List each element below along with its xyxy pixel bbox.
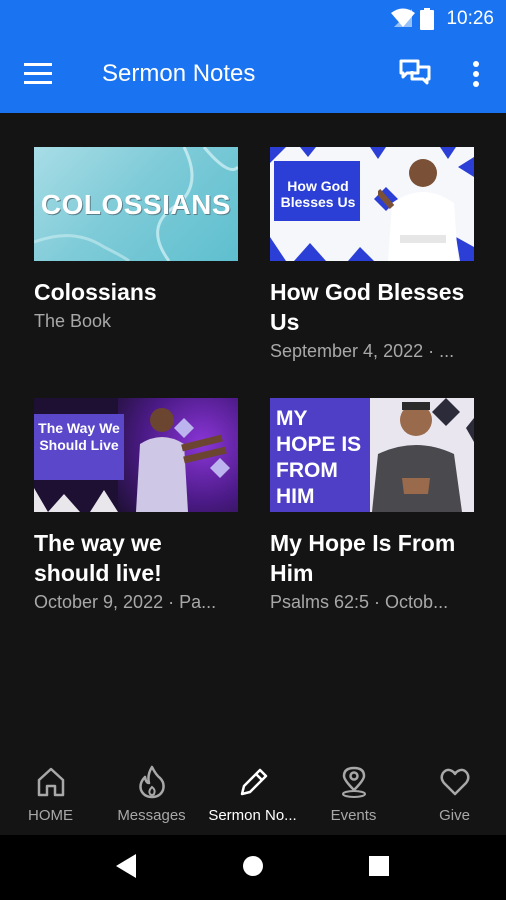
thumbnail-panel: How God Blesses Us (274, 161, 360, 221)
sermon-card[interactable]: The Way We Should Live The way we should… (34, 398, 238, 613)
nav-label: Sermon No... (208, 807, 297, 824)
nav-item-give[interactable]: Give (404, 765, 505, 824)
sermon-title: My Hope Is From Him (270, 530, 456, 586)
top-bar: 10:26 Sermon Notes (0, 0, 506, 113)
sermon-thumbnail: COLOSSIANS (34, 147, 238, 261)
sermon-subtitle: Psalms 62:5 · Octob... (270, 592, 449, 612)
nav-item-home[interactable]: HOME (0, 765, 101, 824)
signal-icon (394, 9, 412, 27)
sermon-thumbnail: The Way We Should Live (34, 398, 238, 512)
back-icon[interactable] (114, 853, 138, 879)
sermon-title: How God Blesses Us (270, 279, 465, 335)
thumbnail-text: The Way We Should Live (38, 420, 120, 453)
speaker-image (372, 402, 462, 512)
thumbnail-text: How God Blesses Us (280, 178, 356, 210)
sermon-thumbnail: How God Blesses Us (270, 147, 474, 261)
sermon-subtitle: October 9, 2022 · Pa... (34, 592, 217, 612)
page-title: Sermon Notes (102, 60, 256, 87)
speaker-image (378, 159, 458, 261)
thumbnail-panel: MY HOPE IS FROM HIM (270, 398, 370, 512)
nav-label: HOME (28, 807, 73, 824)
flame-icon (138, 765, 165, 799)
nav-item-messages[interactable]: Messages (101, 765, 202, 824)
sermon-grid: COLOSSIANS Colossians The Book How God B… (0, 113, 506, 753)
home-icon (37, 767, 64, 797)
sermon-title: Colossians (34, 279, 157, 305)
sermon-subtitle: The Book (34, 311, 112, 331)
sermon-card[interactable]: COLOSSIANS Colossians The Book (34, 147, 238, 332)
nav-label: Messages (117, 807, 186, 824)
sermon-subtitle: September 4, 2022 · ... (270, 341, 455, 361)
recents-icon[interactable] (369, 856, 389, 876)
location-pin-icon (341, 766, 366, 798)
sermon-thumbnail: MY HOPE IS FROM HIM (270, 398, 474, 512)
sermon-card[interactable]: How God Blesses Us How God Blesses Us Se… (270, 147, 474, 362)
home-circle-icon[interactable] (242, 855, 264, 877)
nav-label: Events (330, 807, 377, 824)
thumbnail-text: MY HOPE IS FROM HIM (276, 407, 362, 508)
chat-icon[interactable] (398, 58, 432, 90)
status-time: 10:26 (446, 8, 494, 29)
nav-label: Give (439, 807, 470, 824)
more-options-icon[interactable] (466, 58, 486, 90)
thumbnail-panel: The Way We Should Live (34, 414, 124, 480)
thumbnail-text: COLOSSIANS (40, 189, 232, 220)
sermon-title: The way we should live! (34, 530, 162, 586)
nav-item-events[interactable]: Events (303, 765, 404, 824)
system-navigation-bar (0, 835, 506, 900)
battery-icon (420, 8, 434, 30)
pencil-icon (240, 768, 267, 796)
bottom-navigation: HOME Messages Sermon No... Events Give (0, 753, 506, 835)
menu-icon[interactable] (24, 62, 54, 86)
nav-item-sermon-notes[interactable]: Sermon No... (202, 765, 303, 824)
speaker-image (136, 408, 227, 512)
app-bar: Sermon Notes (0, 36, 506, 113)
sermon-card[interactable]: MY HOPE IS FROM HIM My Hope Is From Him … (270, 398, 474, 613)
status-bar: 10:26 (0, 0, 506, 36)
heart-icon (439, 768, 470, 796)
